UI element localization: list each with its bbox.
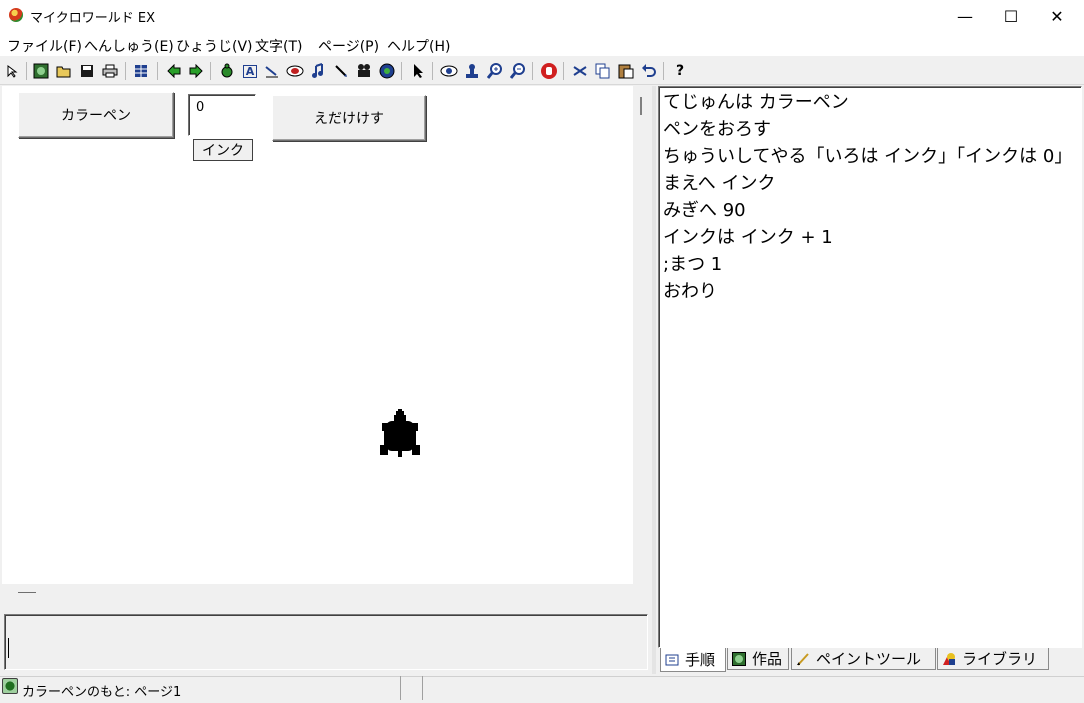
code-line: おわり xyxy=(663,281,717,302)
code-line: インクは インク + 1 xyxy=(663,227,833,248)
code-line: まえへ インク xyxy=(663,173,776,194)
tab-label: ペイントツール xyxy=(816,650,922,668)
tab-label: 作品 xyxy=(752,650,783,668)
cut-icon[interactable] xyxy=(570,61,590,81)
vertical-splitter[interactable] xyxy=(652,86,656,674)
code-line: ちゅういしてやる「いろは インク」「インクは 0」 xyxy=(663,146,1073,167)
video-icon[interactable] xyxy=(354,61,374,81)
menu-view[interactable]: ひょうじ(V) xyxy=(176,36,253,56)
title-bar xyxy=(0,0,1084,32)
page-canvas[interactable] xyxy=(2,86,633,584)
code-line: てじゅんは カラーペン xyxy=(663,92,849,113)
pen-tool-icon[interactable] xyxy=(331,61,351,81)
ink-slider-box[interactable]: 0 xyxy=(188,94,256,136)
tab-procedures[interactable]: 手順 xyxy=(660,648,726,672)
maximize-button[interactable]: ☐ xyxy=(988,0,1034,32)
code-line: ;まつ 1 xyxy=(663,254,723,275)
grid-icon[interactable] xyxy=(131,61,151,81)
procedure-icon xyxy=(665,653,679,667)
tab-library[interactable]: ライブラリ xyxy=(937,648,1049,670)
ink-value: 0 xyxy=(196,100,205,115)
text-caret xyxy=(8,638,9,658)
erase-button[interactable]: えだけけす xyxy=(272,95,426,141)
window-title: マイクロワールド EX xyxy=(30,11,155,26)
procedures-editor[interactable]: てじゅんは カラーペン ペンをおろす ちゅういしてやる「いろは インク」「インク… xyxy=(658,86,1082,648)
status-text: カラーペンのもと: ページ1 xyxy=(22,685,182,700)
code-line: ペンをおろす xyxy=(663,119,771,140)
command-center-input[interactable] xyxy=(4,614,648,670)
status-divider xyxy=(400,676,401,700)
status-divider xyxy=(422,676,423,700)
globe-icon[interactable] xyxy=(31,61,51,81)
back-arrow-icon[interactable] xyxy=(164,61,184,81)
text-box-icon[interactable]: A xyxy=(240,61,260,81)
copy-icon[interactable] xyxy=(593,61,613,81)
horizontal-splitter[interactable] xyxy=(18,592,36,593)
code-line: みぎへ 90 xyxy=(663,200,746,221)
menu-text[interactable]: 文字(T) xyxy=(255,36,302,56)
page-icon xyxy=(2,678,18,694)
tab-works[interactable]: 作品 xyxy=(727,648,789,670)
menu-bar: ファイル(F) へんしゅう(E) ひょうじ(V) 文字(T) ページ(P) ヘル… xyxy=(0,32,1084,56)
menu-edit[interactable]: へんしゅう(E) xyxy=(84,36,174,56)
ink-label: インク xyxy=(193,139,253,161)
music-icon[interactable] xyxy=(308,61,328,81)
zoom-out-icon[interactable] xyxy=(508,61,528,81)
pointer-icon[interactable] xyxy=(2,61,22,81)
colorpen-button[interactable]: カラーペン xyxy=(18,92,174,138)
sound-icon[interactable] xyxy=(377,61,397,81)
forward-arrow-icon[interactable] xyxy=(186,61,206,81)
zoom-in-icon[interactable] xyxy=(485,61,505,81)
select-arrow-icon[interactable] xyxy=(408,61,428,81)
button-tool-icon[interactable] xyxy=(285,61,305,81)
print-icon[interactable] xyxy=(100,61,120,81)
close-button[interactable]: ✕ xyxy=(1034,0,1080,32)
turtle-icon[interactable] xyxy=(217,61,237,81)
tab-label: ライブラリ xyxy=(962,650,1038,668)
undo-icon[interactable] xyxy=(639,61,659,81)
toolbar: A ? xyxy=(0,58,1084,85)
menu-help[interactable]: ヘルプ(H) xyxy=(387,36,450,56)
slider-icon[interactable] xyxy=(262,61,282,81)
app-logo-icon xyxy=(9,8,23,22)
tab-paint-tool[interactable]: ペイントツール xyxy=(791,648,936,670)
stop-hand-icon[interactable] xyxy=(539,61,559,81)
paste-icon[interactable] xyxy=(616,61,636,81)
library-icon xyxy=(942,652,956,666)
tab-label: 手順 xyxy=(685,651,716,669)
paint-tool-icon xyxy=(796,652,810,666)
save-icon[interactable] xyxy=(77,61,97,81)
open-folder-icon[interactable] xyxy=(54,61,74,81)
work-icon xyxy=(732,651,746,666)
menu-file[interactable]: ファイル(F) xyxy=(7,36,82,56)
canvas-scroll-indicator[interactable] xyxy=(640,97,642,115)
minimize-button[interactable]: — xyxy=(942,0,988,32)
menu-page[interactable]: ページ(P) xyxy=(318,36,379,56)
eye-icon[interactable] xyxy=(439,61,459,81)
stamp-icon[interactable] xyxy=(462,61,482,81)
turtle-sprite[interactable] xyxy=(378,409,426,465)
help-icon[interactable]: ? xyxy=(670,61,690,81)
